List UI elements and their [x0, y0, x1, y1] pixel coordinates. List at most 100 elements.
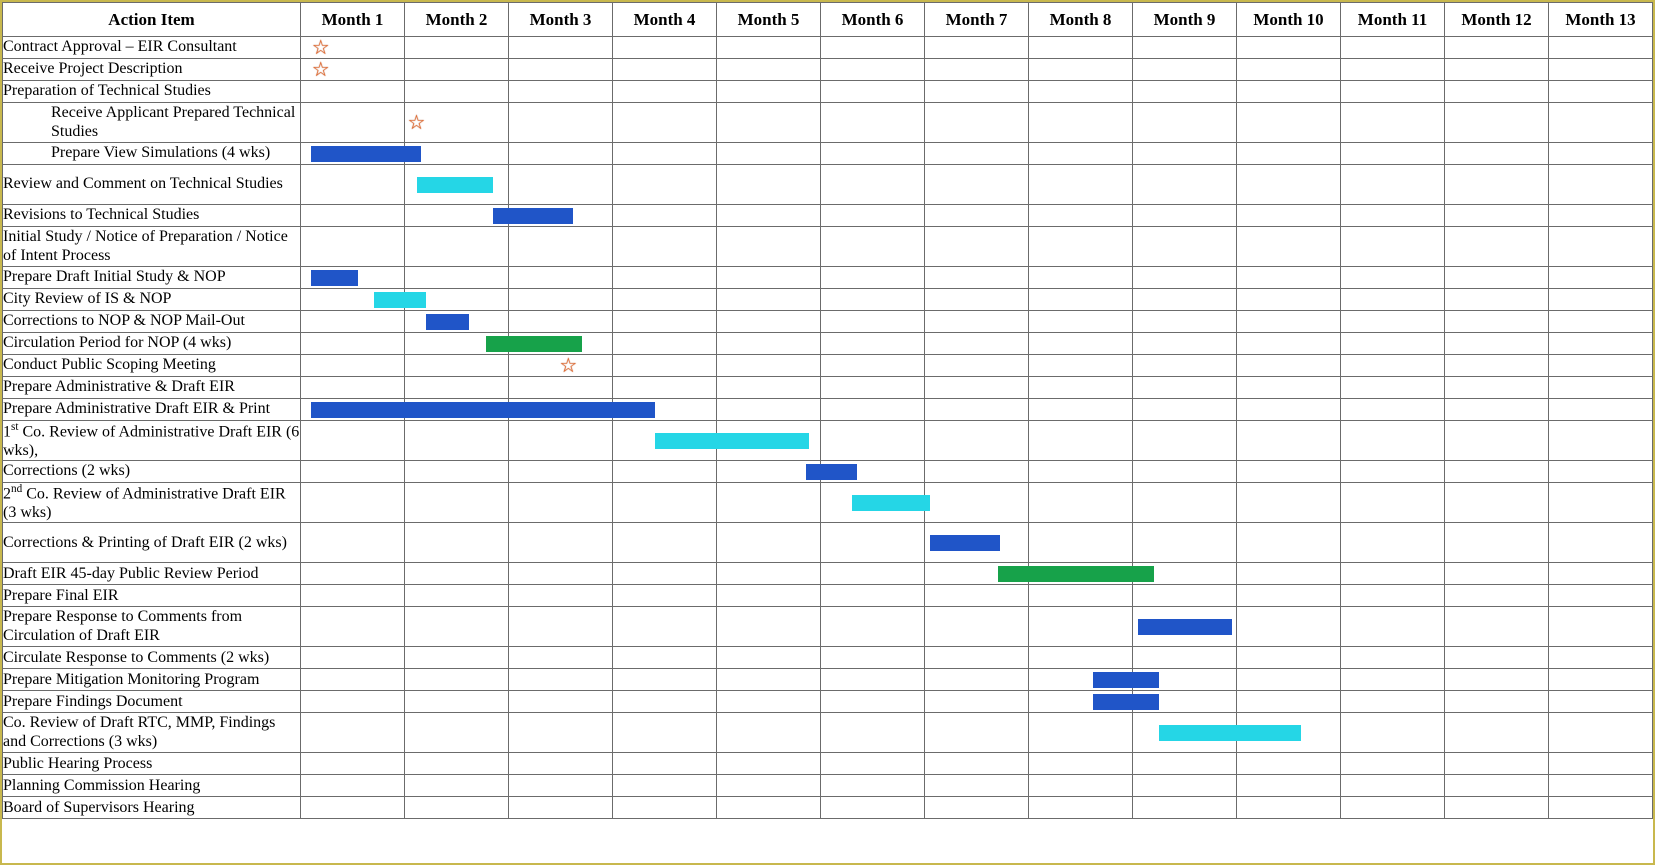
month-cell — [1549, 165, 1653, 205]
month-cell — [1237, 289, 1341, 311]
month-cell — [717, 775, 821, 797]
month-cell — [925, 775, 1029, 797]
month-cell — [1445, 421, 1549, 461]
month-cell — [821, 607, 925, 647]
month-cell — [301, 103, 405, 143]
month-cell — [1341, 81, 1445, 103]
month-cell — [509, 399, 613, 421]
month-cell — [405, 289, 509, 311]
month-cell — [821, 753, 925, 775]
month-cell — [613, 483, 717, 523]
col-action-item: Action Item — [3, 3, 301, 37]
month-cell — [1237, 421, 1341, 461]
month-cell — [717, 81, 821, 103]
month-cell — [717, 523, 821, 563]
month-cell — [613, 59, 717, 81]
month-cell — [925, 355, 1029, 377]
month-cell — [1341, 377, 1445, 399]
month-cell — [1133, 81, 1237, 103]
month-cell — [821, 399, 925, 421]
month-cell — [405, 205, 509, 227]
month-cell — [1341, 143, 1445, 165]
table-row: Revisions to Technical Studies — [3, 205, 1653, 227]
month-cell — [301, 461, 405, 483]
table-row: Prepare View Simulations (4 wks) — [3, 143, 1653, 165]
month-cell — [1341, 563, 1445, 585]
month-cell — [405, 59, 509, 81]
month-cell — [717, 691, 821, 713]
month-cell — [1445, 289, 1549, 311]
col-month-5: Month 5 — [717, 3, 821, 37]
month-cell — [509, 267, 613, 289]
month-cell — [301, 753, 405, 775]
month-cell — [925, 797, 1029, 819]
month-cell — [1341, 713, 1445, 753]
month-cell — [1029, 81, 1133, 103]
table-row: Conduct Public Scoping Meeting☆ — [3, 355, 1653, 377]
month-cell — [613, 713, 717, 753]
month-cell — [1445, 311, 1549, 333]
month-cell: ☆ — [301, 37, 405, 59]
month-cell — [301, 165, 405, 205]
month-cell — [301, 289, 405, 311]
month-cell — [717, 797, 821, 819]
month-cell — [509, 691, 613, 713]
month-cell — [1029, 289, 1133, 311]
month-cell — [613, 797, 717, 819]
month-cell — [1341, 267, 1445, 289]
month-cell — [1029, 59, 1133, 81]
month-cell — [509, 607, 613, 647]
month-cell — [405, 355, 509, 377]
month-cell — [1341, 205, 1445, 227]
month-cell — [509, 585, 613, 607]
month-cell — [717, 143, 821, 165]
month-cell — [405, 753, 509, 775]
month-cell — [405, 461, 509, 483]
month-cell — [1549, 647, 1653, 669]
month-cell — [1237, 399, 1341, 421]
month-cell — [925, 399, 1029, 421]
month-cell — [925, 713, 1029, 753]
month-cell — [1549, 563, 1653, 585]
table-row: Prepare Draft Initial Study & NOP — [3, 267, 1653, 289]
month-cell — [613, 37, 717, 59]
month-cell — [1341, 753, 1445, 775]
month-cell — [1133, 775, 1237, 797]
month-cell — [717, 355, 821, 377]
gantt-bar — [311, 270, 358, 286]
month-cell — [1029, 421, 1133, 461]
month-cell — [613, 399, 717, 421]
month-cell — [1237, 37, 1341, 59]
month-cell — [301, 607, 405, 647]
month-cell — [1549, 311, 1653, 333]
month-cell — [821, 355, 925, 377]
month-cell — [1029, 461, 1133, 483]
month-cell — [1029, 775, 1133, 797]
month-cell — [821, 333, 925, 355]
action-item-label: Circulate Response to Comments (2 wks) — [3, 647, 301, 669]
month-cell — [613, 227, 717, 267]
table-body: Contract Approval – EIR Consultant☆Recei… — [3, 37, 1653, 819]
month-cell — [1445, 585, 1549, 607]
month-cell — [405, 311, 509, 333]
month-cell — [1445, 713, 1549, 753]
month-cell — [1237, 311, 1341, 333]
table-row: Co. Review of Draft RTC, MMP, Findings a… — [3, 713, 1653, 753]
month-cell — [717, 753, 821, 775]
action-item-label: Review and Comment on Technical Studies — [3, 165, 301, 205]
month-cell — [925, 81, 1029, 103]
col-month-13: Month 13 — [1549, 3, 1653, 37]
month-cell — [1029, 399, 1133, 421]
action-item-label: Draft EIR 45-day Public Review Period — [3, 563, 301, 585]
month-cell — [1237, 59, 1341, 81]
col-month-12: Month 12 — [1445, 3, 1549, 37]
month-cell — [1133, 563, 1237, 585]
month-cell — [1445, 647, 1549, 669]
month-cell — [925, 289, 1029, 311]
month-cell — [821, 59, 925, 81]
month-cell — [509, 165, 613, 205]
table-row: Board of Supervisors Hearing — [3, 797, 1653, 819]
month-cell — [301, 81, 405, 103]
month-cell — [613, 355, 717, 377]
month-cell — [1133, 647, 1237, 669]
